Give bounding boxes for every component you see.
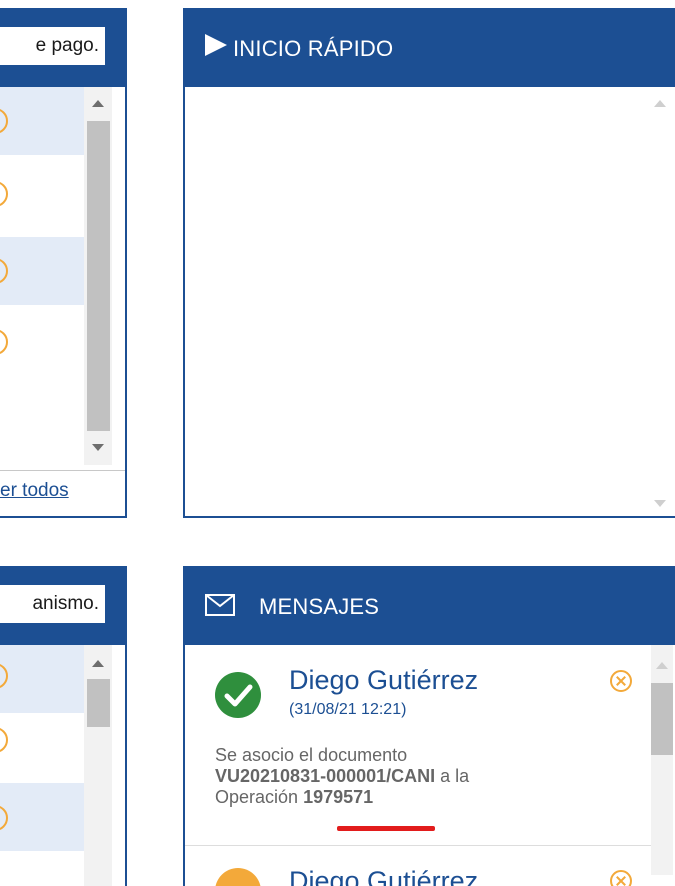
quick-start-header: INICIO RÁPIDO	[185, 10, 675, 87]
scroll-up-arrow-icon[interactable]	[654, 100, 666, 107]
payments-footer: er todos	[0, 470, 125, 516]
message-item[interactable]: Diego Gutiérrez (31/08/21 12:21) Se asoc…	[185, 645, 655, 841]
status-circle-icon	[0, 181, 8, 207]
message-sender: Diego Gutiérrez	[289, 665, 479, 695]
envelope-icon	[205, 594, 235, 616]
payments-panel: e pago. er todos	[0, 8, 127, 518]
document-reference: VU20210831-000001/CANI	[215, 766, 436, 786]
scroll-up-arrow-icon[interactable]	[656, 662, 668, 669]
list-item[interactable]	[0, 308, 90, 376]
play-icon	[205, 34, 227, 56]
scroll-up-arrow-icon[interactable]	[92, 660, 104, 667]
organisms-panel: anismo.	[0, 566, 127, 886]
scrollbar-thumb[interactable]	[87, 121, 110, 431]
status-circle-icon	[0, 108, 8, 134]
message-sender: Diego Gutiérrez	[289, 866, 479, 886]
list-item[interactable]	[0, 713, 90, 781]
scroll-down-arrow-icon[interactable]	[654, 500, 666, 507]
status-circle-icon	[0, 663, 8, 689]
view-all-link[interactable]: er todos	[0, 480, 69, 502]
quick-start-panel: INICIO RÁPIDO	[183, 8, 675, 518]
list-item[interactable]	[0, 237, 90, 305]
payments-panel-header: e pago.	[0, 10, 125, 87]
status-circle-icon	[0, 258, 8, 284]
status-circle-icon	[0, 329, 8, 355]
payments-scrollbar[interactable]	[84, 87, 112, 465]
status-circle-icon	[0, 805, 8, 831]
message-date: (31/08/21 12:21)	[289, 701, 407, 718]
organisms-scrollbar[interactable]	[84, 645, 112, 886]
list-item[interactable]	[0, 645, 90, 713]
operation-number: 1979571	[303, 787, 374, 807]
organisms-search-input[interactable]: anismo.	[0, 585, 105, 623]
list-item[interactable]	[0, 783, 90, 851]
message-text: Se asocio el documento VU20210831-000001…	[215, 745, 470, 807]
scroll-down-arrow-icon[interactable]	[92, 444, 104, 451]
check-circle-icon	[215, 672, 261, 718]
operation-highlight-underline	[337, 826, 435, 831]
message-item[interactable]: Diego Gutiérrez	[185, 846, 655, 886]
close-icon[interactable]	[610, 870, 632, 886]
scrollbar-thumb[interactable]	[87, 679, 110, 727]
scrollbar-thumb[interactable]	[651, 683, 673, 755]
payments-search-input[interactable]: e pago.	[0, 27, 105, 65]
status-circle-icon	[0, 727, 8, 753]
messages-scrollbar[interactable]	[651, 645, 673, 875]
messages-panel: MENSAJES Diego Gutiérrez (31/08/21 12:21…	[183, 566, 675, 886]
messages-header: MENSAJES	[185, 568, 675, 645]
quick-start-title: INICIO RÁPIDO	[233, 36, 394, 61]
organisms-panel-header: anismo.	[0, 568, 125, 645]
list-item[interactable]	[0, 160, 90, 228]
close-icon[interactable]	[610, 670, 632, 692]
messages-title: MENSAJES	[259, 594, 380, 619]
warning-circle-icon	[215, 868, 261, 886]
list-item[interactable]	[0, 87, 90, 155]
scroll-up-arrow-icon[interactable]	[92, 100, 104, 107]
